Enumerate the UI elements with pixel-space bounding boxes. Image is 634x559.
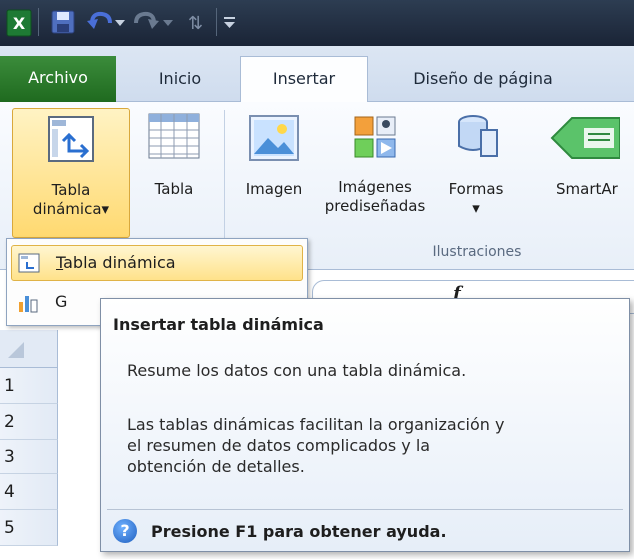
pivot-table-label-2: dinámica — [32, 200, 102, 218]
pivot-table-label-1: Tabla — [51, 181, 91, 199]
chevron-down-icon: ▾ — [101, 200, 110, 218]
picture-label: Imagen — [245, 180, 303, 198]
redo-dropdown-icon — [163, 20, 173, 26]
sort-icon[interactable]: ⇅ — [184, 9, 210, 35]
select-all-corner[interactable] — [0, 330, 58, 368]
group-label-illustrations: Ilustraciones — [432, 244, 522, 260]
clip-art-icon — [354, 116, 396, 158]
separator — [216, 8, 217, 36]
tooltip-description: Resume los datos con una tabla dinámica. — [127, 361, 467, 380]
row-header[interactable]: 3 — [0, 440, 58, 474]
tooltip-separator — [107, 509, 623, 510]
undo-dropdown-icon[interactable] — [114, 18, 126, 28]
tooltip: Insertar tabla dinámica Resume los datos… — [100, 298, 630, 552]
pivot-table-button[interactable]: Tabla dinámica▾ — [12, 108, 130, 238]
table-button[interactable]: Tabla — [136, 108, 212, 238]
picture-icon — [249, 115, 299, 161]
redo-icon — [134, 11, 159, 29]
clip-art-button[interactable]: Imágenes prediseñadas — [320, 108, 430, 238]
tooltip-detail-3: obtención de detalles. — [127, 457, 305, 476]
menu-item-label: G — [55, 292, 68, 311]
customize-toolbar-icon[interactable] — [222, 14, 238, 30]
pivot-chart-icon — [19, 296, 38, 313]
row-header[interactable]: 4 — [0, 474, 58, 510]
pivot-table-icon — [48, 116, 94, 162]
pivot-table-icon — [18, 253, 40, 273]
picture-button[interactable]: Imagen — [232, 108, 316, 238]
smartart-button[interactable]: SmartAr — [520, 108, 634, 238]
tooltip-detail-1: Las tablas dinámicas facilitan la organi… — [127, 415, 505, 434]
help-icon: ? — [113, 519, 137, 543]
tab-home[interactable]: Inicio — [128, 58, 232, 102]
shapes-button[interactable]: Formas ▾ — [436, 108, 516, 238]
row-header[interactable]: 2 — [0, 404, 58, 440]
tooltip-help-text: Presione F1 para obtener ayuda. — [151, 522, 447, 541]
undo-icon[interactable] — [86, 9, 114, 35]
save-icon[interactable] — [50, 9, 76, 35]
smartart-icon — [550, 117, 620, 159]
tooltip-title: Insertar tabla dinámica — [113, 315, 324, 334]
tooltip-detail-2: el resumen de datos complicados y la — [127, 436, 431, 455]
svg-text:⇅: ⇅ — [188, 13, 203, 34]
table-label: Tabla — [154, 180, 194, 198]
tab-file[interactable]: Archivo — [0, 56, 116, 102]
clip-art-label-1: Imágenes — [338, 178, 412, 196]
excel-logo-icon[interactable]: X — [6, 9, 32, 37]
menu-item-pivot-table[interactable]: Tabla dinámica — [11, 245, 303, 281]
clip-art-label-2: prediseñadas — [324, 197, 426, 215]
tab-page-layout[interactable]: Diseño de página — [380, 58, 586, 102]
select-all-icon — [8, 342, 24, 358]
menu-item-label: abla dinámica — [63, 253, 176, 272]
title-bar: X ⇅ — [0, 0, 634, 46]
table-icon — [148, 113, 200, 159]
separator — [38, 8, 39, 36]
svg-text:X: X — [13, 14, 26, 33]
shapes-icon — [458, 115, 498, 157]
shapes-label: Formas — [448, 180, 504, 198]
ribbon-tabs: Archivo Inicio Insertar Diseño de página — [0, 46, 634, 102]
row-header[interactable]: 5 — [0, 510, 58, 546]
row-header[interactable]: 1 — [0, 368, 58, 404]
smartart-label: SmartAr — [556, 180, 618, 198]
tab-insert[interactable]: Insertar — [240, 56, 368, 102]
chevron-down-icon: ▾ — [472, 199, 480, 217]
